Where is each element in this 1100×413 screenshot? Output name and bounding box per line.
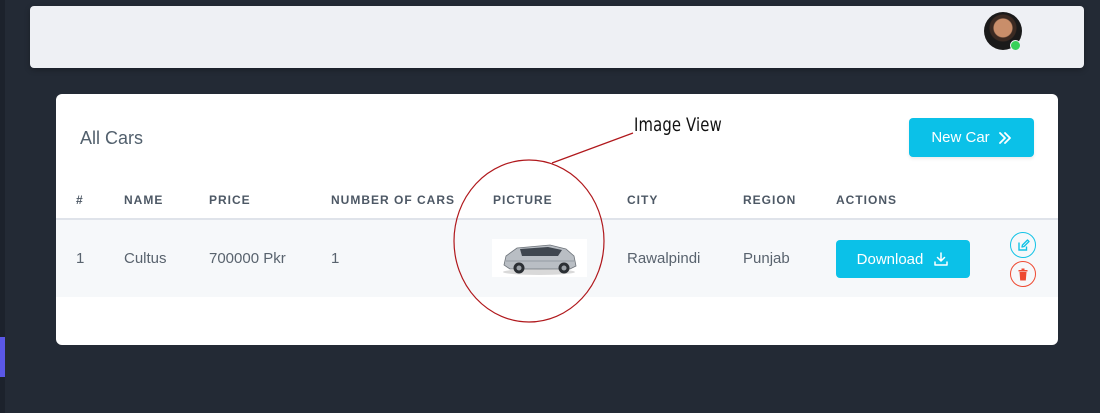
new-car-label: New Car — [931, 129, 990, 146]
double-chevron-right-icon — [998, 131, 1011, 144]
car-icon — [503, 244, 577, 275]
column-header-name: NAME — [124, 193, 164, 207]
column-header-region: REGION — [743, 193, 797, 207]
edit-button[interactable] — [1010, 232, 1036, 258]
download-icon — [934, 252, 949, 266]
cars-card: All Cars New Car # NAME PRICE NUMBER OF … — [56, 94, 1058, 345]
download-label: Download — [856, 250, 924, 268]
cell-region: Punjab — [743, 250, 790, 267]
new-car-button[interactable]: New Car — [909, 118, 1034, 157]
column-header-price: PRICE — [209, 193, 251, 207]
column-header-number-of-cars: NUMBER OF CARS — [331, 193, 455, 207]
cell-city: Rawalpindi — [627, 250, 701, 267]
top-navbar — [30, 6, 1084, 68]
cell-price: 700000 Pkr — [209, 250, 286, 267]
sidebar-tab[interactable] — [0, 337, 5, 377]
table-row: 1 Cultus 700000 Pkr 1 Rawalpindi Punjab … — [56, 220, 1058, 297]
column-header-city: CITY — [627, 193, 659, 207]
cell-number-of-cars: 1 — [331, 250, 340, 267]
online-status-dot — [1010, 40, 1021, 51]
cell-name: Cultus — [124, 250, 167, 267]
delete-button[interactable] — [1010, 261, 1036, 287]
column-header-index: # — [76, 193, 84, 207]
download-button[interactable]: Download — [836, 240, 970, 278]
trash-icon — [1018, 268, 1028, 280]
column-header-actions: ACTIONS — [836, 193, 897, 207]
table-header: # NAME PRICE NUMBER OF CARS PICTURE CITY… — [56, 188, 1058, 220]
annotation-label: Image View — [634, 114, 722, 136]
card-title: All Cars — [80, 128, 144, 148]
cell-index: 1 — [76, 250, 85, 267]
column-header-picture: PICTURE — [493, 193, 553, 207]
car-image[interactable] — [492, 239, 587, 277]
edit-icon — [1017, 238, 1030, 251]
